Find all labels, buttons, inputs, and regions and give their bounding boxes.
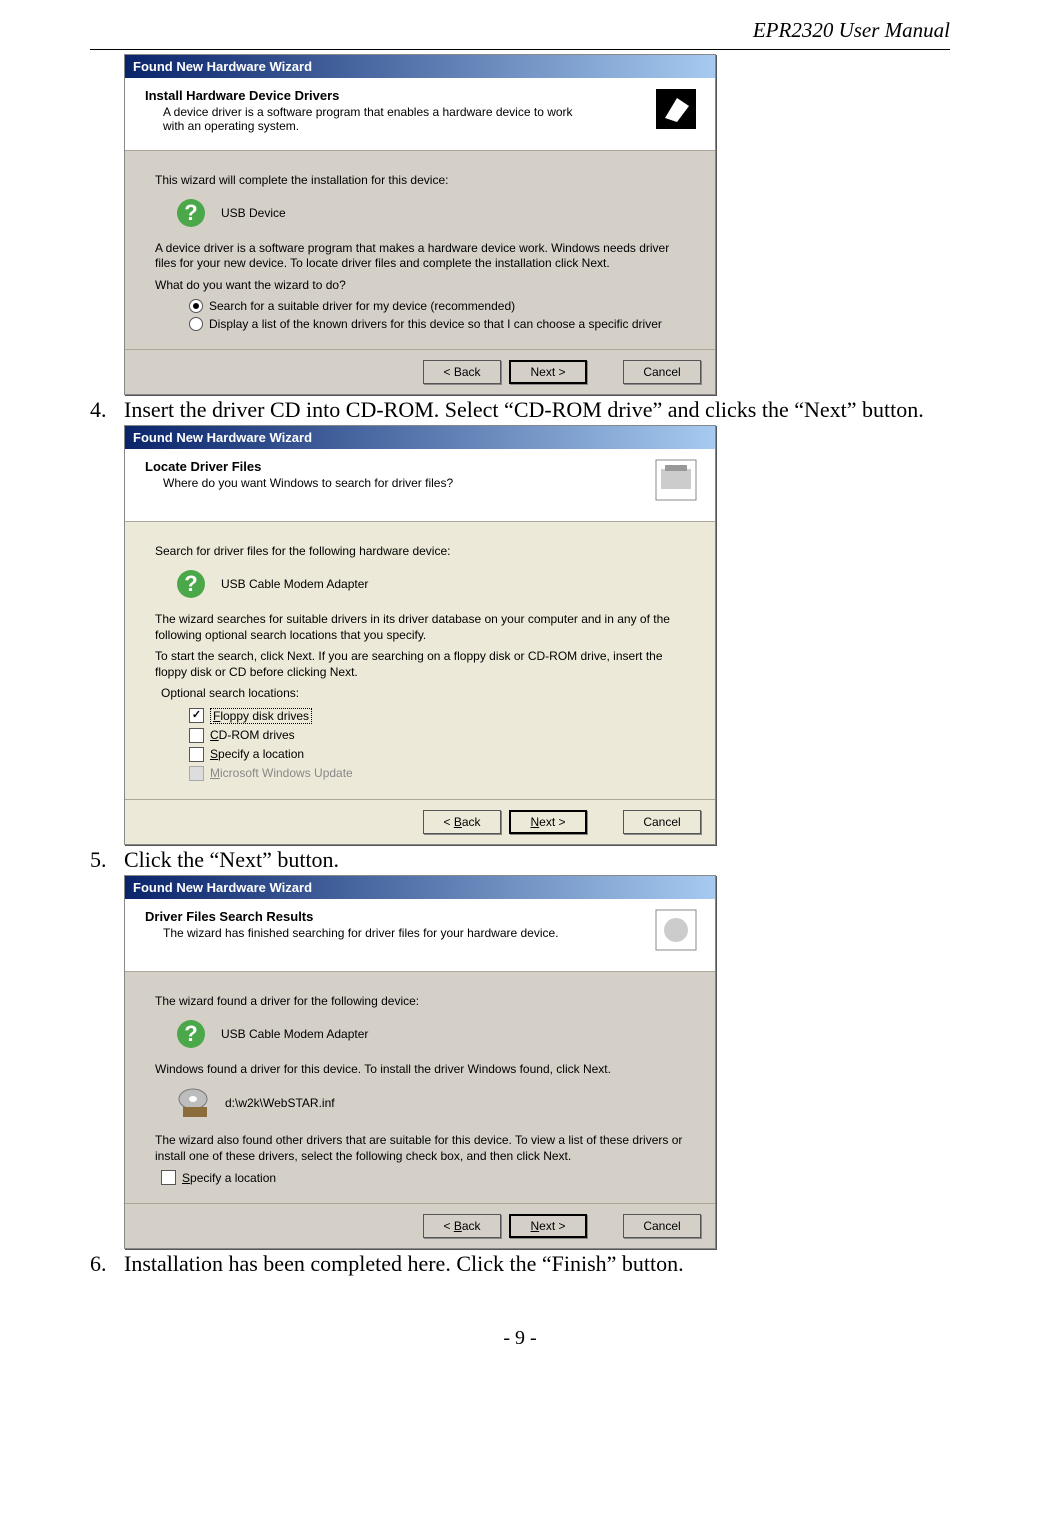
- wizard-titlebar: Found New Hardware Wizard: [125, 426, 715, 449]
- device-row: ? USB Cable Modem Adapter: [175, 1018, 685, 1050]
- radio-icon: [189, 317, 203, 331]
- wizard-subheading: Where do you want Windows to search for …: [163, 476, 583, 490]
- wizard-header: Locate Driver Files Where do you want Wi…: [125, 449, 715, 522]
- wizard-heading: Locate Driver Files: [145, 459, 701, 474]
- body-intro-text: The wizard found a driver for the follow…: [155, 994, 685, 1010]
- svg-text:?: ?: [184, 1021, 197, 1046]
- wizard-heading: Driver Files Search Results: [145, 909, 701, 924]
- radio-label: Display a list of the known drivers for …: [209, 317, 662, 331]
- locations-label: Optional search locations:: [161, 686, 685, 702]
- question-icon: ?: [175, 568, 207, 600]
- wizard-titlebar: Found New Hardware Wizard: [125, 55, 715, 78]
- back-button[interactable]: < Back: [423, 360, 501, 384]
- question-icon: ?: [175, 1018, 207, 1050]
- device-name: USB Cable Modem Adapter: [221, 577, 368, 591]
- button-row: < Back Next > Cancel: [125, 799, 715, 844]
- wizard-header: Driver Files Search Results The wizard h…: [125, 899, 715, 972]
- check-specify-location[interactable]: Specify a location: [161, 1170, 685, 1185]
- device-icon: [655, 909, 697, 951]
- prompt-text: What do you want the wizard to do?: [155, 278, 685, 294]
- body-p1-text: Windows found a driver for this device. …: [155, 1062, 685, 1078]
- body-p1-text: The wizard searches for suitable drivers…: [155, 612, 685, 643]
- page-footer: - 9 -: [90, 1327, 950, 1350]
- cd-icon: [175, 1085, 211, 1121]
- body-desc-text: A device driver is a software program th…: [155, 241, 685, 272]
- wizard-header: Install Hardware Device Drivers A device…: [125, 78, 715, 151]
- device-name: USB Device: [221, 206, 286, 220]
- wizard-body: The wizard found a driver for the follow…: [125, 972, 715, 1203]
- device-row: ? USB Cable Modem Adapter: [175, 568, 685, 600]
- step-6: 6. Installation has been completed here.…: [90, 1251, 950, 1277]
- check-label: Floppy disk drives: [210, 708, 312, 724]
- button-row: < Back Next > Cancel: [125, 349, 715, 394]
- driver-path: d:\w2k\WebSTAR.inf: [225, 1096, 335, 1110]
- radio-display-list[interactable]: Display a list of the known drivers for …: [189, 317, 685, 331]
- step-number: 6.: [90, 1251, 124, 1277]
- header-rule: [90, 49, 950, 50]
- radio-icon: [189, 299, 203, 313]
- check-label: Specify a location: [210, 747, 304, 761]
- device-row: ? USB Device: [175, 197, 685, 229]
- question-icon: ?: [175, 197, 207, 229]
- svg-text:?: ?: [184, 200, 197, 225]
- wizard-locate-files: Found New Hardware Wizard Locate Driver …: [124, 425, 716, 845]
- device-name: USB Cable Modem Adapter: [221, 1027, 368, 1041]
- step-number: 4.: [90, 397, 124, 423]
- next-button[interactable]: Next >: [509, 360, 587, 384]
- step-text: Installation has been completed here. Cl…: [124, 1251, 950, 1277]
- check-floppy[interactable]: Floppy disk drives: [189, 708, 685, 724]
- body-p2-text: The wizard also found other drivers that…: [155, 1133, 685, 1164]
- radio-search-driver[interactable]: Search for a suitable driver for my devi…: [189, 299, 685, 313]
- checkbox-icon: [189, 728, 204, 743]
- body-p2-text: To start the search, click Next. If you …: [155, 649, 685, 680]
- device-icon: [655, 88, 697, 130]
- step-text: Insert the driver CD into CD-ROM. Select…: [124, 397, 950, 423]
- check-label: Specify a location: [182, 1171, 276, 1185]
- body-intro-text: Search for driver files for the followin…: [155, 544, 685, 560]
- wizard-search-results: Found New Hardware Wizard Driver Files S…: [124, 875, 716, 1249]
- check-windows-update: Microsoft Windows Update: [189, 766, 685, 781]
- checkbox-icon: [189, 708, 204, 723]
- wizard-install-drivers: Found New Hardware Wizard Install Hardwa…: [124, 54, 716, 395]
- wizard-subheading: The wizard has finished searching for dr…: [163, 926, 583, 940]
- next-button[interactable]: Next >: [509, 810, 587, 834]
- wizard-titlebar: Found New Hardware Wizard: [125, 876, 715, 899]
- wizard-heading: Install Hardware Device Drivers: [145, 88, 701, 103]
- cancel-button[interactable]: Cancel: [623, 1214, 701, 1238]
- button-row: < Back Next > Cancel: [125, 1203, 715, 1248]
- cancel-button[interactable]: Cancel: [623, 810, 701, 834]
- checkbox-icon: [189, 747, 204, 762]
- checkbox-icon: [161, 1170, 176, 1185]
- page-header: EPR2320 User Manual: [90, 18, 950, 43]
- next-button[interactable]: Next >: [509, 1214, 587, 1238]
- step-4: 4. Insert the driver CD into CD-ROM. Sel…: [90, 397, 950, 423]
- back-button[interactable]: < Back: [423, 810, 501, 834]
- svg-text:?: ?: [184, 571, 197, 596]
- step-5: 5. Click the “Next” button.: [90, 847, 950, 873]
- wizard-body: Search for driver files for the followin…: [125, 522, 715, 799]
- wizard-subheading: A device driver is a software program th…: [163, 105, 583, 133]
- check-label: Microsoft Windows Update: [210, 766, 353, 780]
- driver-file-row: d:\w2k\WebSTAR.inf: [175, 1085, 685, 1121]
- step-text: Click the “Next” button.: [124, 847, 950, 873]
- radio-label: Search for a suitable driver for my devi…: [209, 299, 515, 313]
- wizard-body: This wizard will complete the installati…: [125, 151, 715, 349]
- device-icon: [655, 459, 697, 501]
- body-intro-text: This wizard will complete the installati…: [155, 173, 685, 189]
- step-number: 5.: [90, 847, 124, 873]
- back-button[interactable]: < Back: [423, 1214, 501, 1238]
- check-cdrom[interactable]: CD-ROM drives: [189, 728, 685, 743]
- cancel-button[interactable]: Cancel: [623, 360, 701, 384]
- check-label: CD-ROM drives: [210, 728, 295, 742]
- check-specify[interactable]: Specify a location: [189, 747, 685, 762]
- checkbox-icon: [189, 766, 204, 781]
